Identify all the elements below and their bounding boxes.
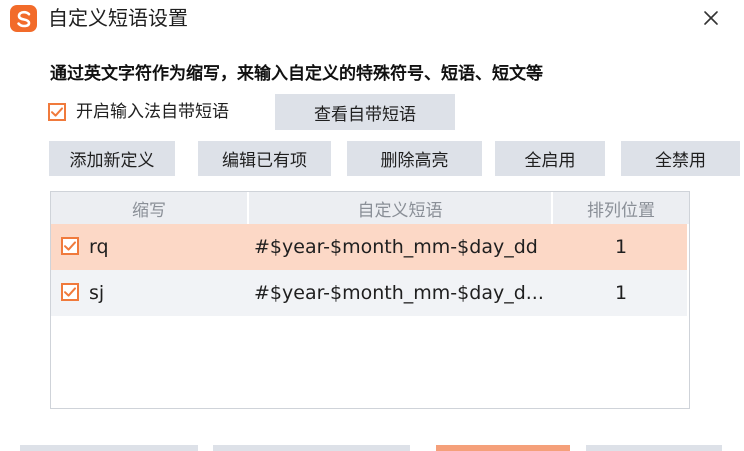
edit-item-button[interactable]: 编辑已有项 bbox=[198, 141, 331, 176]
close-button[interactable] bbox=[696, 4, 726, 32]
abbr-cell: sj bbox=[89, 282, 105, 304]
column-header-abbr[interactable]: 缩写 bbox=[51, 192, 247, 224]
enable-builtin-checkbox[interactable] bbox=[48, 103, 66, 121]
disable-all-button[interactable]: 全禁用 bbox=[621, 141, 740, 176]
phrase-cell: #$year-$month_mm-$day_dd bbox=[254, 236, 538, 258]
sogou-s-logo-icon bbox=[10, 5, 37, 32]
dialog-primary-button[interactable] bbox=[436, 445, 570, 451]
row-checkbox[interactable] bbox=[61, 237, 79, 255]
dialog-button[interactable] bbox=[213, 445, 410, 451]
phrase-cell: #$year-$month_mm-$day_d... bbox=[254, 282, 544, 304]
position-cell: 1 bbox=[614, 282, 628, 304]
close-icon bbox=[704, 11, 718, 25]
column-header-position[interactable]: 排列位置 bbox=[553, 192, 689, 224]
table-header: 缩写 自定义短语 排列位置 bbox=[51, 192, 689, 224]
abbr-cell: rq bbox=[89, 236, 109, 258]
delete-highlight-button[interactable]: 删除高亮 bbox=[347, 141, 482, 176]
table-row[interactable]: sj #$year-$month_mm-$day_d... 1 bbox=[51, 270, 687, 316]
enable-builtin-label: 开启输入法自带短语 bbox=[76, 102, 229, 122]
position-cell: 1 bbox=[614, 236, 628, 258]
column-header-phrase[interactable]: 自定义短语 bbox=[249, 192, 551, 224]
row-checkbox[interactable] bbox=[61, 283, 79, 301]
enable-builtin-row[interactable]: 开启输入法自带短语 bbox=[48, 98, 229, 126]
description-text: 通过英文字符作为缩写，来输入自定义的特殊符号、短语、短文等 bbox=[50, 64, 543, 84]
enable-all-button[interactable]: 全启用 bbox=[495, 141, 605, 176]
dialog-button[interactable] bbox=[20, 445, 198, 451]
checkmark-icon bbox=[51, 107, 63, 117]
table-row[interactable]: rq #$year-$month_mm-$day_dd 1 bbox=[51, 224, 687, 270]
view-builtin-button[interactable]: 查看自带短语 bbox=[275, 94, 455, 130]
checkmark-icon bbox=[64, 287, 76, 297]
window-title: 自定义短语设置 bbox=[48, 6, 188, 30]
title-bar: 自定义短语设置 bbox=[0, 0, 744, 36]
phrase-table: 缩写 自定义短语 排列位置 rq #$year-$month_mm-$day_d… bbox=[50, 191, 690, 409]
dialog-button[interactable] bbox=[586, 445, 722, 451]
checkmark-icon bbox=[64, 241, 76, 251]
add-definition-button[interactable]: 添加新定义 bbox=[49, 141, 175, 176]
dialog-button-bar bbox=[0, 445, 744, 451]
